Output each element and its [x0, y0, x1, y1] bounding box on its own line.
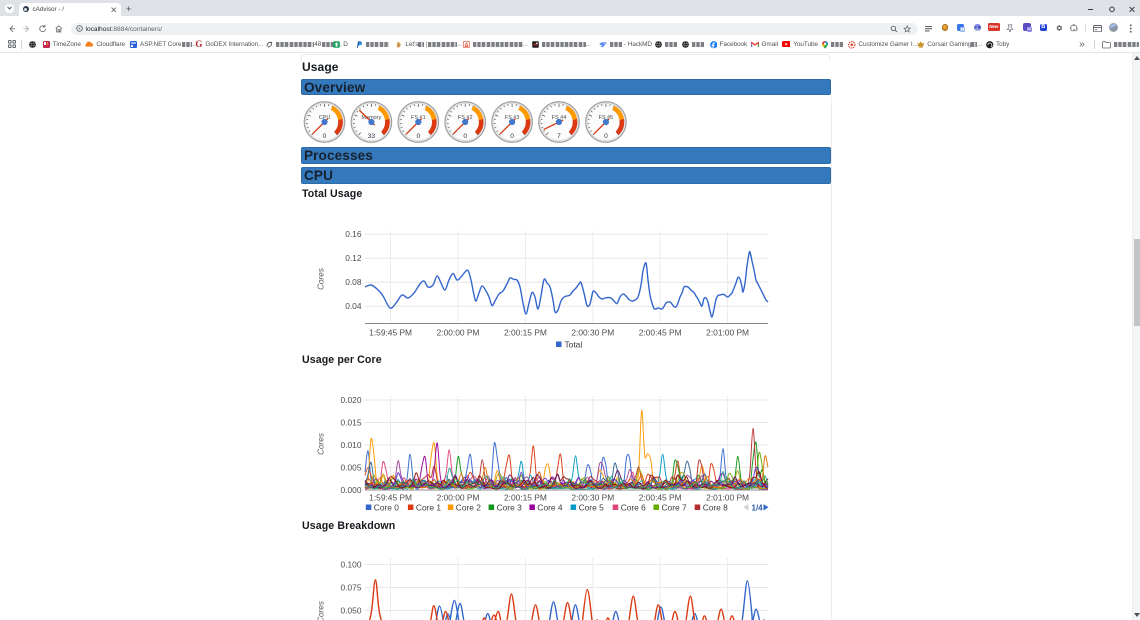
svg-text:2:00:45 PM: 2:00:45 PM [639, 328, 682, 338]
svg-text:Cores: Cores [317, 433, 326, 455]
svg-text:0.16: 0.16 [345, 229, 362, 239]
svg-text:0.050: 0.050 [341, 605, 362, 615]
svg-text:1/4: 1/4 [752, 504, 764, 513]
svg-text:2:00:00 PM: 2:00:00 PM [437, 493, 480, 503]
svg-text:Core 1: Core 1 [416, 503, 441, 513]
svg-text:0.12: 0.12 [345, 253, 362, 263]
svg-text:Core 0: Core 0 [374, 503, 399, 513]
svg-text:1:59:45 PM: 1:59:45 PM [369, 328, 412, 338]
svg-text:0.000: 0.000 [341, 485, 362, 495]
svg-text:Core 6: Core 6 [621, 503, 646, 513]
svg-text:2:01:00 PM: 2:01:00 PM [706, 328, 749, 338]
svg-text:0.005: 0.005 [341, 462, 362, 472]
svg-text:2:00:15 PM: 2:00:15 PM [504, 328, 547, 338]
svg-text:2:01:00 PM: 2:01:00 PM [706, 493, 749, 503]
svg-text:2:00:30 PM: 2:00:30 PM [571, 493, 614, 503]
svg-text:Core 5: Core 5 [579, 503, 604, 513]
svg-text:2:00:45 PM: 2:00:45 PM [639, 493, 682, 503]
svg-text:1:59:45 PM: 1:59:45 PM [369, 493, 412, 503]
svg-text:Core 2: Core 2 [456, 503, 481, 513]
svg-text:2:00:00 PM: 2:00:00 PM [437, 328, 480, 338]
svg-text:2:00:30 PM: 2:00:30 PM [571, 328, 614, 338]
svg-text:0.020: 0.020 [341, 395, 362, 405]
svg-text:Cores: Cores [317, 268, 326, 290]
svg-text:0: 0 [463, 133, 467, 140]
svg-text:0.04: 0.04 [345, 301, 362, 311]
svg-text:Total: Total [565, 340, 583, 350]
svg-text:Core 4: Core 4 [537, 503, 562, 513]
svg-text:0.075: 0.075 [341, 582, 362, 592]
svg-text:0.015: 0.015 [341, 417, 362, 427]
svg-text:0.010: 0.010 [341, 440, 362, 450]
svg-text:2:00:15 PM: 2:00:15 PM [504, 493, 547, 503]
svg-text:Core 7: Core 7 [662, 503, 687, 513]
svg-text:0: 0 [323, 133, 327, 140]
svg-text:Core 3: Core 3 [497, 503, 522, 513]
svg-text:0.08: 0.08 [345, 277, 362, 287]
svg-text:0: 0 [604, 133, 608, 140]
svg-text:Cores: Cores [317, 601, 326, 620]
svg-text:0.100: 0.100 [341, 559, 362, 569]
svg-text:7: 7 [557, 133, 561, 140]
svg-text:33: 33 [368, 133, 376, 140]
svg-text:0: 0 [416, 133, 420, 140]
svg-text:Core 8: Core 8 [703, 503, 728, 513]
svg-text:0: 0 [510, 133, 514, 140]
